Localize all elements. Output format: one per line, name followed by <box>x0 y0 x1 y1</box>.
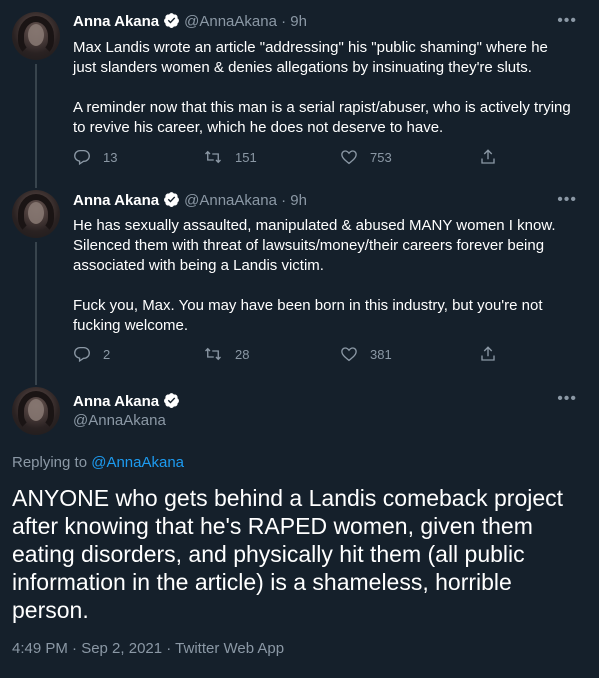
retweet-button[interactable]: 28 <box>203 345 249 363</box>
author-name[interactable]: Anna Akana <box>73 13 159 30</box>
author-name[interactable]: Anna Akana <box>73 192 159 209</box>
more-options-icon[interactable]: ••• <box>557 191 577 209</box>
share-button[interactable] <box>479 345 509 363</box>
retweet-count: 28 <box>235 346 250 362</box>
like-count: 381 <box>370 346 392 362</box>
main-tweet: Anna Akana @AnnaAkana ••• Replying to @A… <box>0 375 599 678</box>
author-name-row: Anna Akana <box>73 392 184 410</box>
tweet-time[interactable]: 9h <box>290 13 307 30</box>
replying-to-label: Replying to <box>12 454 88 471</box>
share-button[interactable] <box>479 148 509 166</box>
reply-count: 2 <box>103 346 111 362</box>
main-tweet-text: ANYONE who gets behind a Landis comeback… <box>12 485 564 623</box>
author-handle[interactable]: @AnnaAkana <box>184 13 277 30</box>
retweet-button[interactable]: 151 <box>203 148 257 166</box>
reply-button[interactable]: 2 <box>73 345 110 363</box>
tweet-time[interactable]: 9h <box>290 192 307 209</box>
thread-tweet-1[interactable]: Anna Akana @AnnaAkana · 9h ••• Max Landis… <box>0 0 599 180</box>
replying-to: Replying to @AnnaAkana <box>12 454 184 471</box>
tweet-actions: 2 28 381 <box>73 345 503 365</box>
like-icon <box>341 347 357 362</box>
thread-connector-line <box>35 375 37 385</box>
thread-connector-line <box>35 64 37 180</box>
share-icon <box>481 346 495 361</box>
retweet-count: 151 <box>235 149 257 165</box>
more-options-icon[interactable]: ••• <box>557 390 577 408</box>
avatar[interactable] <box>12 190 60 238</box>
tweet-text: Max Landis wrote an article "addressing"… <box>73 39 571 136</box>
author-handle[interactable]: @AnnaAkana <box>184 192 277 209</box>
tweet-actions: 13 151 753 <box>73 148 503 168</box>
tweet-header: Anna Akana @AnnaAkana · 9h <box>73 191 307 209</box>
tweet-text: He has sexually assaulted, manipulated &… <box>73 217 556 334</box>
replying-to-handle-link[interactable]: @AnnaAkana <box>91 454 184 471</box>
like-button[interactable]: 381 <box>340 345 392 363</box>
verified-badge-icon <box>164 192 180 207</box>
retweet-icon <box>205 150 221 164</box>
more-options-icon[interactable]: ••• <box>557 12 577 30</box>
share-icon <box>481 149 495 164</box>
like-icon <box>341 150 357 165</box>
retweet-icon <box>205 347 221 361</box>
verified-badge-icon <box>164 393 180 408</box>
tweet-header: Anna Akana @AnnaAkana · 9h <box>73 12 307 30</box>
reply-icon <box>74 149 90 166</box>
thread-tweet-2[interactable]: Anna Akana @AnnaAkana · 9h ••• He has sex… <box>0 180 599 375</box>
thread-connector-line <box>35 242 37 375</box>
author-handle[interactable]: @AnnaAkana <box>73 412 166 429</box>
like-count: 753 <box>370 149 392 165</box>
avatar[interactable] <box>12 387 60 435</box>
thread-connector-line <box>35 180 37 188</box>
separator-dot: · <box>281 192 287 209</box>
avatar[interactable] <box>12 12 60 60</box>
author-name[interactable]: Anna Akana <box>73 393 159 410</box>
reply-count: 13 <box>103 149 118 165</box>
reply-button[interactable]: 13 <box>73 148 117 166</box>
verified-badge-icon <box>164 13 180 28</box>
separator-dot: · <box>281 13 287 30</box>
like-button[interactable]: 753 <box>340 148 392 166</box>
reply-icon <box>74 346 90 363</box>
tweet-timestamp[interactable]: 4:49 PM · Sep 2, 2021 · Twitter Web App <box>12 640 284 657</box>
